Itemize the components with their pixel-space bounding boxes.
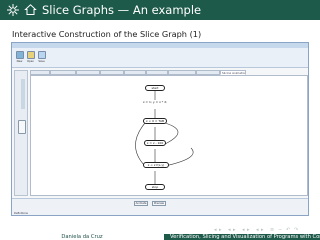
- assignment-node[interactable]: x = 1; y = x * 2;: [141, 100, 169, 109]
- nav-forward-icon[interactable]: ↷: [294, 227, 298, 233]
- condition-node[interactable]: x < 0 = TAB: [143, 118, 167, 124]
- nav-section-prev-icon[interactable]: ◂: [242, 227, 245, 233]
- university-logo-icon: [7, 4, 19, 16]
- graph-edges: [135, 90, 194, 184]
- preview-button[interactable]: Preview: [152, 201, 166, 206]
- slide-subtitle: Interactive Construction of the Slice Gr…: [12, 29, 202, 39]
- app-toolbar: New Open Save: [12, 48, 308, 68]
- new-icon: [15, 51, 24, 59]
- nav-frame-prev-icon[interactable]: ◂: [214, 227, 217, 233]
- save-icon: [37, 51, 46, 59]
- nav-doc-prev-icon[interactable]: ◂: [256, 227, 259, 233]
- nav-subsection-next-icon[interactable]: ▸: [233, 227, 236, 233]
- open-button[interactable]: Open: [26, 51, 35, 67]
- beamer-navigation: ◂ ▸ ◂ ▸ ◂ ▸ ◂ ▸ ≡ ∽ ↶ ↷: [214, 227, 318, 234]
- stop-node[interactable]: stop: [145, 184, 165, 190]
- start-node[interactable]: start: [145, 85, 165, 91]
- sidebar-handle[interactable]: [18, 120, 26, 134]
- nav-search-icon[interactable]: ∽: [278, 227, 282, 233]
- save-button[interactable]: Save: [37, 51, 46, 67]
- sidebar-tab[interactable]: [21, 79, 25, 109]
- condition-node-2[interactable]: x < z f(x,y): [143, 162, 169, 168]
- app-sidebar: [14, 70, 28, 196]
- nav-subsection-prev-icon[interactable]: ◂: [228, 227, 231, 233]
- footline: Daniela da Cruz Verification, Slicing an…: [0, 234, 320, 240]
- nav-section-next-icon[interactable]: ▸: [247, 227, 250, 233]
- nav-doc-next-icon[interactable]: ▸: [261, 227, 264, 233]
- new-button[interactable]: New: [15, 51, 24, 67]
- home-icon[interactable]: [24, 3, 37, 16]
- nav-outline-icon[interactable]: ≡: [270, 227, 274, 233]
- slice-graph-canvas: start x = 1; y = x * 2; x < 0 = TAB x = …: [30, 75, 308, 196]
- frame-title: Slice Graphs — An example: [42, 3, 202, 17]
- assignment-node-2[interactable]: x = z - 100: [144, 140, 166, 146]
- app-footer: Animate Preview Definitions: [12, 198, 308, 215]
- footline-author: Daniela da Cruz: [0, 234, 164, 240]
- nav-back-icon[interactable]: ↶: [286, 227, 290, 233]
- frame-title-bar: Slice Graphs — An example: [0, 0, 320, 20]
- application-screenshot: New Open Save Slicing Animation start x …: [11, 42, 309, 216]
- definitions-label: Definitions: [14, 212, 28, 215]
- animate-button[interactable]: Animate: [134, 201, 148, 206]
- open-icon: [26, 51, 35, 59]
- nav-frame-next-icon[interactable]: ▸: [219, 227, 222, 233]
- footline-title: Verification, Slicing and Visualization …: [164, 234, 320, 240]
